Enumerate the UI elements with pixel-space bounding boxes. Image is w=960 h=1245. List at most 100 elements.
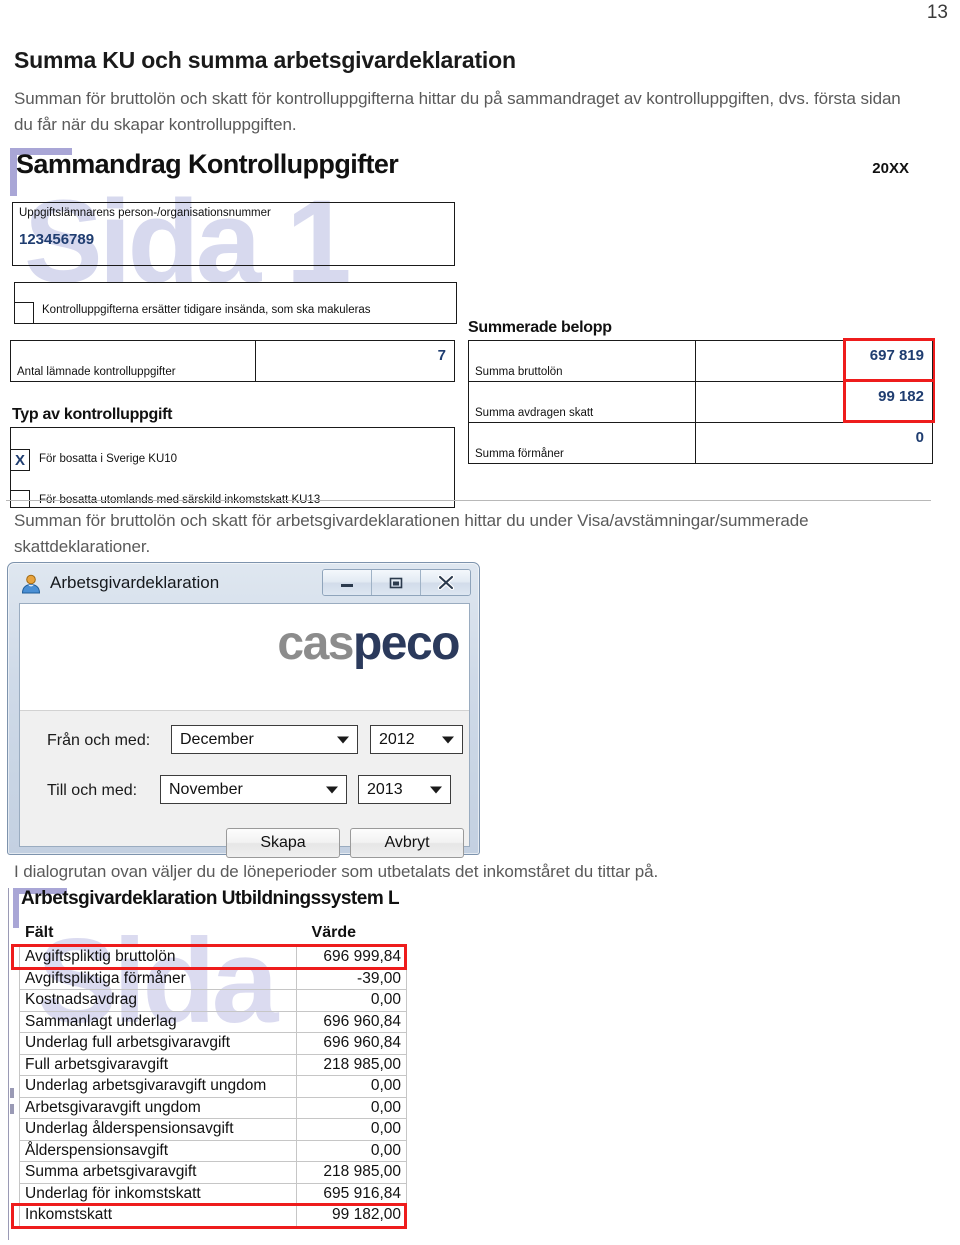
- table-row: Underlag full arbetsgivaravgift 696 960,8…: [18, 1032, 407, 1055]
- row-value: 99 182,00: [296, 1204, 407, 1227]
- table-row: Underlag arbetsgivaravgift ungdom 0,00: [18, 1075, 407, 1098]
- arbetsgivardeklaration-report: Sida Arbetsgivardeklaration Utbildningss…: [8, 888, 408, 1240]
- row-value: 0,00: [296, 1075, 407, 1098]
- dialog-explanation-paragraph: I dialogrutan ovan väljer du de löneperi…: [14, 862, 659, 881]
- from-period-row: Från och med: December 2012: [20, 725, 469, 757]
- table-row: Ålderspensionsavgift 0,00: [18, 1139, 407, 1162]
- amount-row-tax-divider: [695, 382, 696, 422]
- dialog-form-area: Från och med: December 2012 Till och med…: [20, 710, 469, 858]
- to-period-row: Till och med: November 2013: [20, 775, 469, 807]
- to-year-value: 2013: [367, 780, 403, 798]
- count-value: 7: [437, 347, 446, 364]
- row-field: Avgiftspliktiga förmåner: [18, 967, 298, 990]
- replace-declaration-label: Kontrolluppgifterna ersätter tidigare in…: [42, 304, 371, 316]
- row-value: 0,00: [296, 1118, 407, 1141]
- amounts-section-title: Summerade belopp: [468, 319, 612, 336]
- type-options-box: X För bosatta i Sverige KU10 För bosatta…: [10, 427, 455, 508]
- chevron-down-icon: [430, 786, 442, 793]
- amount-label-gross: Summa bruttolön: [475, 366, 563, 378]
- amount-value-gross: 697 819: [869, 347, 924, 364]
- to-month-value: November: [169, 780, 243, 798]
- row-value: 696 960,84: [296, 1032, 407, 1055]
- amount-label-benefits: Summa förmåner: [475, 448, 564, 460]
- scroll-tick: [10, 1088, 14, 1098]
- row-field: Full arbetsgivaravgift: [18, 1053, 298, 1076]
- amount-row-benefits: Summa förmåner 0: [468, 422, 933, 464]
- row-field: Underlag ålderspensionsavgift: [18, 1118, 298, 1141]
- caspeco-logo-part1: cas: [277, 617, 354, 670]
- row-field: Inkomstskatt: [18, 1204, 298, 1227]
- row-value: 695 916,84: [296, 1182, 407, 1205]
- create-button[interactable]: Skapa: [226, 828, 340, 858]
- column-header-field: Fält: [25, 924, 54, 941]
- row-value: 0,00: [296, 989, 407, 1012]
- type-section-title: Typ av kontrolluppgift: [12, 406, 173, 423]
- table-row: Avgiftspliktiga förmåner -39,00: [18, 967, 407, 990]
- row-field: Ålderspensionsavgift: [18, 1139, 298, 1162]
- count-label: Antal lämnade kontrolluppgifter: [17, 366, 176, 378]
- report-title: Arbetsgivardeklaration Utbildningssystem…: [21, 888, 400, 909]
- to-month-select[interactable]: November: [160, 775, 347, 804]
- table-row: Sammanlagt underlag 696 960,84: [18, 1010, 407, 1033]
- from-year-value: 2012: [379, 730, 415, 748]
- maximize-button[interactable]: [372, 570, 421, 595]
- replace-declaration-checkbox[interactable]: [14, 302, 34, 324]
- row-field: Summa arbetsgivaravgift: [18, 1161, 298, 1184]
- page-number: 13: [926, 2, 948, 23]
- table-row: Inkomstskatt 99 182,00: [18, 1204, 407, 1227]
- table-row: Avgiftspliktig bruttolön 696 999,84: [18, 946, 407, 969]
- column-header-value: Värde: [311, 924, 356, 941]
- report-table-body: Avgiftspliktig bruttolön 696 999,84 Avgif…: [18, 946, 407, 1227]
- amount-value-benefits: 0: [915, 429, 924, 446]
- amount-value-tax: 99 182: [878, 388, 924, 405]
- row-value: 696 999,84: [296, 946, 407, 969]
- dialog-titlebar[interactable]: Arbetsgivardeklaration: [12, 567, 475, 603]
- row-field: Underlag för inkomstskatt: [18, 1182, 298, 1205]
- row-value: 218 985,00: [296, 1053, 407, 1076]
- chevron-down-icon: [326, 786, 338, 793]
- amount-label-tax: Summa avdragen skatt: [475, 407, 594, 419]
- type-option-ku13-checkbox[interactable]: [10, 490, 30, 508]
- amount-row-gross: Summa bruttolön 697 819: [468, 340, 933, 382]
- amount-row-tax: Summa avdragen skatt 99 182: [468, 381, 933, 423]
- form-year: 20XX: [872, 160, 909, 177]
- org-number-label: Uppgiftslämnarens person-/organisationsn…: [19, 207, 271, 219]
- window-controls: [322, 569, 471, 596]
- cancel-button[interactable]: Avbryt: [350, 828, 464, 858]
- org-number-box: Uppgiftslämnarens person-/organisationsn…: [12, 202, 455, 266]
- kontrolluppgifter-summary-form: Sida 1 Sammandrag Kontrolluppgifter 20XX…: [0, 146, 935, 508]
- user-icon: [20, 573, 42, 595]
- amount-row-benefits-divider: [695, 423, 696, 463]
- row-value: 0,00: [296, 1139, 407, 1162]
- type-option-ku10-checkbox[interactable]: X: [10, 449, 30, 471]
- row-field: Underlag arbetsgivaravgift ungdom: [18, 1075, 298, 1098]
- form-title: Sammandrag Kontrolluppgifter: [16, 149, 399, 179]
- agd-instruction-paragraph: Summan för bruttolön och skatt för arbet…: [14, 511, 809, 556]
- minimize-button[interactable]: [323, 570, 372, 595]
- dialog-title: Arbetsgivardeklaration: [50, 573, 220, 592]
- to-year-select[interactable]: 2013: [358, 775, 451, 804]
- row-field: Arbetsgivaravgift ungdom: [18, 1096, 298, 1119]
- close-button[interactable]: [421, 570, 470, 595]
- caspeco-logo-part2: peco: [352, 617, 461, 670]
- page-title: Summa KU och summa arbetsgivardeklaratio…: [14, 47, 516, 73]
- arbetsgivardeklaration-dialog: Arbetsgivardeklaration caspeco Från och …: [7, 562, 480, 858]
- table-row: Underlag för inkomstskatt 695 916,84: [18, 1182, 407, 1205]
- amount-row-gross-divider: [695, 341, 696, 381]
- table-row: Full arbetsgivaravgift 218 985,00: [18, 1053, 407, 1076]
- row-field: Underlag full arbetsgivaravgift: [18, 1032, 298, 1055]
- from-year-select[interactable]: 2012: [370, 725, 463, 754]
- intro-paragraph: Summan för bruttolön och skatt för kontr…: [14, 89, 901, 134]
- from-period-label: Från och med:: [47, 732, 151, 749]
- row-value: 0,00: [296, 1096, 407, 1119]
- row-value: 696 960,84: [296, 1010, 407, 1033]
- dialog-body: caspeco Från och med: December 2012 Till…: [19, 603, 470, 858]
- from-month-value: December: [180, 730, 254, 748]
- count-box: Antal lämnade kontrolluppgifter 7: [10, 340, 455, 382]
- caspeco-logo: caspeco: [277, 616, 461, 671]
- row-value: -39,00: [296, 967, 407, 990]
- count-box-divider: [255, 341, 256, 381]
- scroll-tick: [10, 1104, 14, 1114]
- from-month-select[interactable]: December: [171, 725, 358, 754]
- type-option-ku10-label: För bosatta i Sverige KU10: [39, 453, 178, 465]
